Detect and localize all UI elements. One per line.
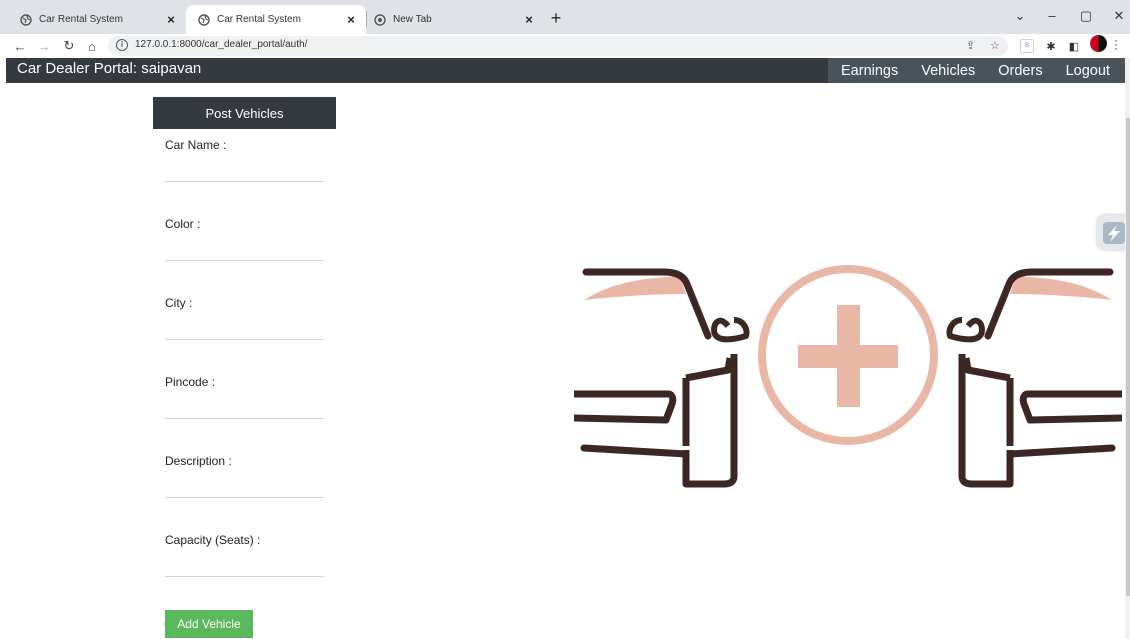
close-window-icon[interactable]: ✕ xyxy=(1109,8,1129,24)
nav-logout[interactable]: Logout xyxy=(1066,63,1110,79)
nav-links: Earnings Vehicles Orders Logout xyxy=(828,58,1125,83)
tab-search-icon[interactable]: ⌄ xyxy=(1010,8,1030,24)
browser-tab-title: Car Rental System xyxy=(217,14,301,25)
scrollbar-thumb[interactable] xyxy=(1126,118,1130,596)
globe-icon xyxy=(20,13,32,26)
restore-icon[interactable]: ▢ xyxy=(1076,8,1096,24)
site-navbar: Car Dealer Portal: saipavan Earnings Veh… xyxy=(6,58,1125,83)
chrome-icon xyxy=(374,13,386,26)
forward-icon[interactable]: → xyxy=(36,38,52,54)
back-icon[interactable]: ← xyxy=(12,38,28,54)
add-vehicle-button[interactable]: Add Vehicle xyxy=(165,610,253,638)
close-icon[interactable]: × xyxy=(344,12,358,27)
sidepanel-icon[interactable]: ◧ xyxy=(1067,39,1081,53)
car-name-input[interactable] xyxy=(165,161,324,182)
info-icon[interactable]: i xyxy=(116,39,128,51)
browser-tab-1[interactable]: Car Rental System × xyxy=(2,5,186,34)
profile-avatar[interactable] xyxy=(1090,35,1107,52)
browser-tab-title: New Tab xyxy=(393,14,432,25)
city-label: City : xyxy=(165,296,193,310)
capacity-label: Capacity (Seats) : xyxy=(165,533,261,547)
new-tab-button[interactable]: + xyxy=(546,8,566,28)
minimize-icon[interactable]: – xyxy=(1042,8,1062,23)
plus-icon: + xyxy=(550,7,562,28)
color-input[interactable] xyxy=(165,240,324,261)
capacity-input[interactable] xyxy=(165,556,324,577)
browser-tab-2[interactable]: Car Rental System × xyxy=(186,5,366,34)
close-icon[interactable]: × xyxy=(164,12,178,27)
description-label: Description : xyxy=(165,454,232,468)
extension-icon[interactable]: B xyxy=(1020,39,1034,53)
address-url[interactable]: 127.0.0.1:8000/car_dealer_portal/auth/ xyxy=(135,39,307,50)
globe-icon xyxy=(198,13,210,26)
address-bar[interactable]: i 127.0.0.1:8000/car_dealer_portal/auth/… xyxy=(108,36,1008,56)
description-input[interactable] xyxy=(165,477,324,498)
city-input[interactable] xyxy=(165,319,324,340)
close-icon[interactable]: × xyxy=(522,12,536,27)
home-icon[interactable]: ⌂ xyxy=(84,38,100,54)
browser-tab-strip: Car Rental System × Car Rental System × … xyxy=(0,0,1130,34)
nav-orders[interactable]: Orders xyxy=(998,63,1042,79)
nav-vehicles[interactable]: Vehicles xyxy=(921,63,975,79)
browser-toolbar: ← → ↻ ⌂ i 127.0.0.1:8000/car_dealer_port… xyxy=(0,34,1130,58)
car-plus-icon xyxy=(573,265,1123,488)
browser-tab-3[interactable]: New Tab × xyxy=(366,5,544,34)
share-icon[interactable]: ⇪ xyxy=(966,39,975,52)
form-title: Post Vehicles xyxy=(153,97,336,129)
brand-title[interactable]: Car Dealer Portal: saipavan xyxy=(17,60,201,77)
puzzle-icon[interactable]: ✱ xyxy=(1044,39,1058,53)
nav-earnings[interactable]: Earnings xyxy=(841,63,898,79)
menu-icon[interactable]: · · · xyxy=(1114,34,1118,54)
reload-icon[interactable]: ↻ xyxy=(61,38,77,54)
star-icon[interactable]: ☆ xyxy=(990,39,1000,52)
pincode-label: Pincode : xyxy=(165,375,216,389)
browser-tab-title: Car Rental System xyxy=(39,14,123,25)
color-label: Color : xyxy=(165,217,201,231)
extension-badge: B xyxy=(1024,43,1029,49)
pincode-input[interactable] xyxy=(165,398,324,419)
car-name-label: Car Name : xyxy=(165,138,227,152)
